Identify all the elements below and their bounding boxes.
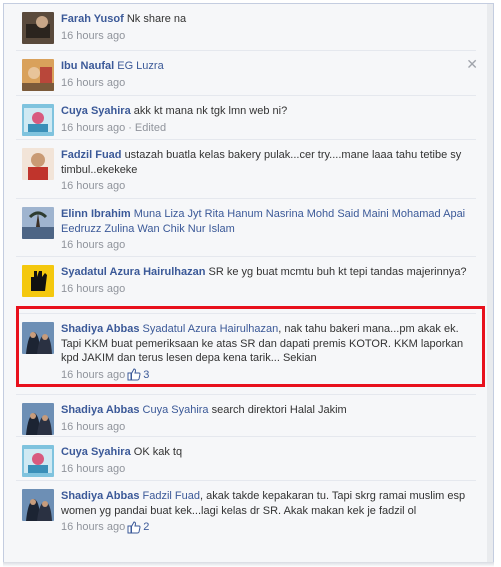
comment-author[interactable]: Fadzil Fuad — [61, 149, 122, 161]
thumbs-up-icon — [127, 521, 141, 534]
edited-label[interactable]: Edited — [135, 121, 166, 136]
comment-item: Shadiya Abbas Syadatul Azura Hairulhazan… — [16, 314, 476, 395]
comment-item: Cuya Syahira akk kt mana nk tgk lmn web … — [16, 96, 476, 140]
like-number: 2 — [143, 521, 150, 533]
comment-item: Farah Yusof Nk share na 16 hours ago — [16, 4, 476, 51]
avatar[interactable] — [22, 322, 54, 354]
comment-item: Syadatul Azura Hairulhazan SR ke yg buat… — [16, 257, 476, 314]
avatar[interactable] — [22, 265, 54, 297]
comment-timestamp[interactable]: 16 hours ago — [61, 420, 125, 435]
comment-timestamp[interactable]: 16 hours ago — [61, 121, 125, 136]
panel-shadow — [3, 562, 494, 567]
comment-timestamp[interactable]: 16 hours ago — [61, 238, 125, 253]
comment-list: Farah Yusof Nk share na 16 hours ago Ibu… — [16, 4, 478, 557]
comment-timestamp[interactable]: 16 hours ago — [61, 29, 125, 44]
tagged-names[interactable]: EG Luzra — [117, 60, 163, 72]
avatar[interactable] — [22, 489, 54, 521]
comment-timestamp[interactable]: 16 hours ago — [61, 179, 125, 194]
avatar[interactable] — [22, 207, 54, 239]
like-count[interactable]: 2 — [127, 520, 149, 535]
avatar[interactable] — [22, 148, 54, 180]
scrollbar[interactable] — [487, 4, 493, 563]
comment-item: Shadiya Abbas Cuya Syahira search direkt… — [16, 395, 476, 437]
comment-timestamp[interactable]: 16 hours ago — [61, 520, 125, 535]
comment-item: Cuya Syahira OK kak tq 16 hours ago — [16, 437, 476, 481]
avatar[interactable] — [22, 12, 54, 44]
comment-timestamp[interactable]: 16 hours ago — [61, 282, 125, 297]
comment-text: ustazah buatla kelas bakery pulak...cer … — [61, 149, 462, 176]
like-number: 3 — [143, 368, 150, 381]
comment-author[interactable]: Cuya Syahira — [61, 105, 131, 117]
comment-timestamp[interactable]: 16 hours ago — [61, 368, 125, 383]
avatar[interactable] — [22, 403, 54, 435]
comment-author[interactable]: Syadatul Azura Hairulhazan — [61, 266, 205, 278]
comment-text: search direktori Halal Jakim — [211, 404, 347, 416]
meta-separator: · — [128, 121, 132, 134]
like-count[interactable]: 3 — [127, 368, 149, 383]
comment-author[interactable]: Elinn Ibrahim — [61, 208, 131, 220]
comment-author[interactable]: Shadiya Abbas — [61, 404, 139, 416]
tagged-names[interactable]: Syadatul Azura Hairulhazan — [143, 323, 279, 335]
comment-author[interactable]: Farah Yusof — [61, 13, 124, 25]
tagged-names[interactable]: Fadzil Fuad — [143, 490, 200, 502]
comment-timestamp[interactable]: 16 hours ago — [61, 76, 125, 91]
comment-text: Nk share na — [126, 13, 187, 25]
close-icon[interactable]: ✕ — [466, 57, 478, 71]
avatar[interactable] — [22, 445, 54, 477]
comment-text: SR ke yg buat mcmtu buh kt tepi tandas m… — [208, 266, 467, 278]
comment-author[interactable]: Ibu Naufal — [61, 60, 114, 72]
comment-author[interactable]: Shadiya Abbas — [61, 323, 139, 335]
comment-author[interactable]: Cuya Syahira — [61, 446, 131, 458]
comment-text: OK kak tq — [133, 446, 183, 458]
avatar[interactable] — [22, 104, 54, 136]
comment-item: Ibu Naufal EG Luzra 16 hours ago ✕ — [16, 51, 478, 96]
comment-text: akk kt mana nk tgk lmn web ni? — [133, 105, 288, 117]
comments-panel: Farah Yusof Nk share na 16 hours ago Ibu… — [3, 3, 494, 564]
comment-item: Elinn Ibrahim Muna Liza Jyt Rita Hanum N… — [16, 199, 476, 257]
thumbs-up-icon — [127, 368, 141, 381]
comment-author[interactable]: Shadiya Abbas — [61, 490, 139, 502]
comment-item: Fadzil Fuad ustazah buatla kelas bakery … — [16, 140, 476, 199]
tagged-names[interactable]: Cuya Syahira — [143, 404, 209, 416]
avatar[interactable] — [22, 59, 54, 91]
comment-item: Shadiya Abbas Fadzil Fuad, akak takde ke… — [16, 481, 476, 557]
comment-timestamp[interactable]: 16 hours ago — [61, 462, 125, 477]
